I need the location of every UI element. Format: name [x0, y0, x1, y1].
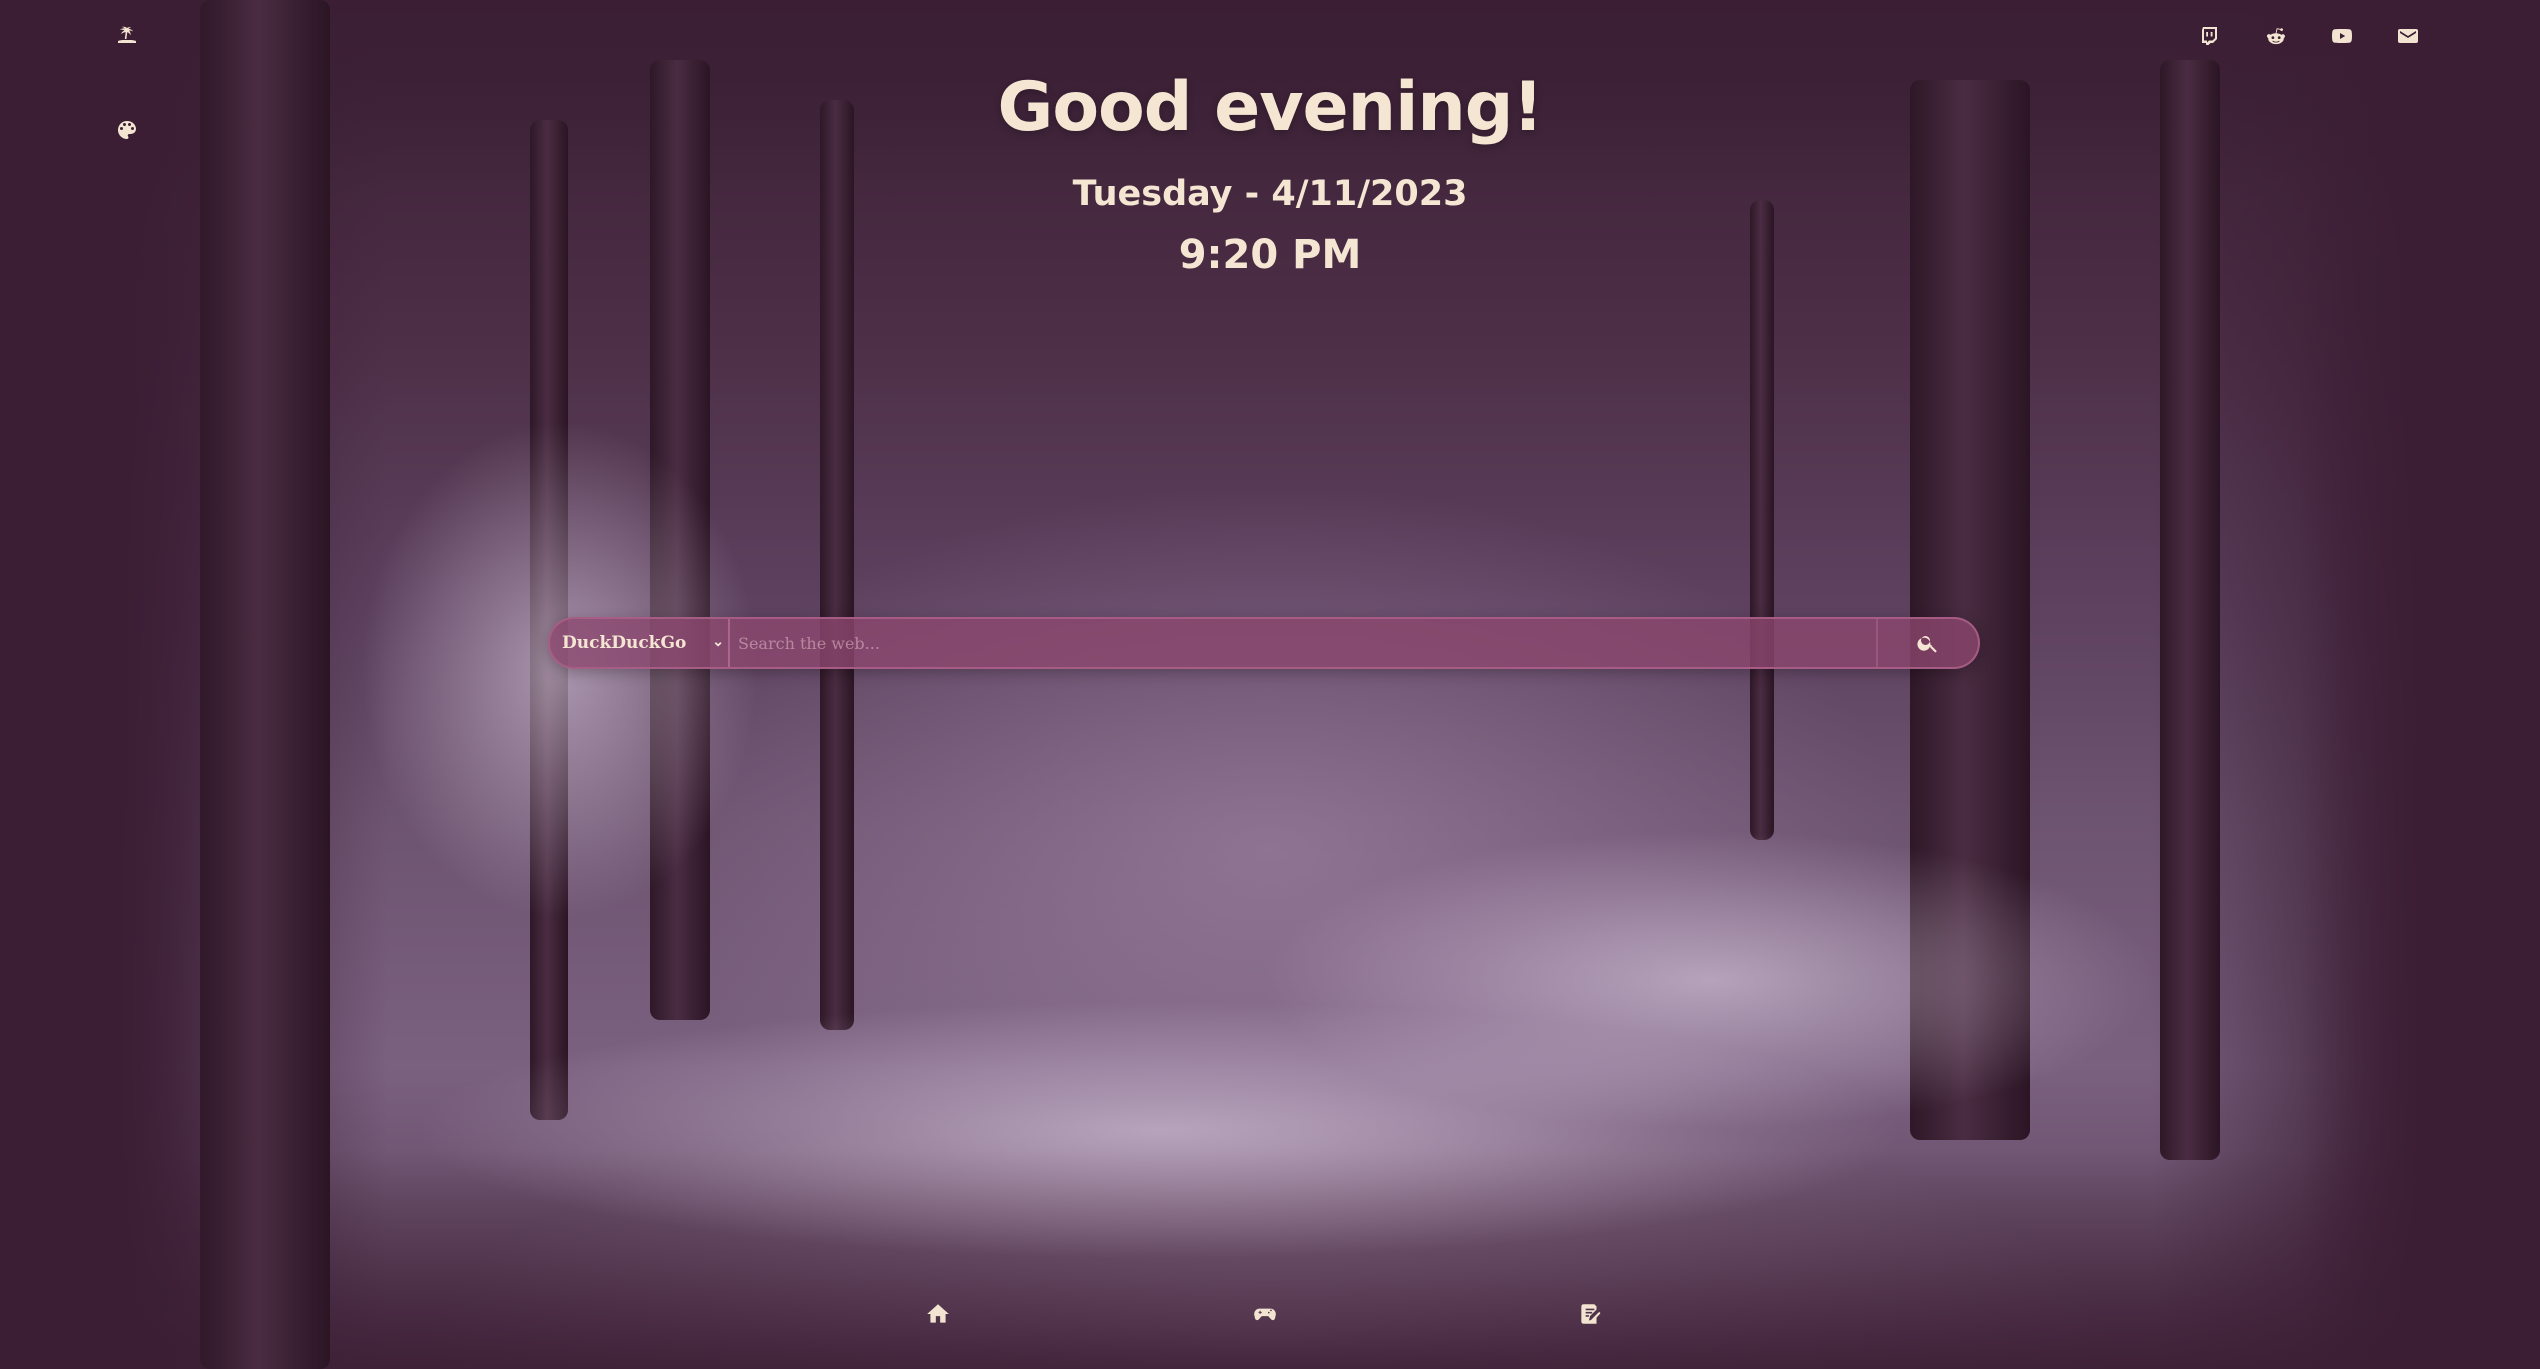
chevron-down-icon: ⌄ — [712, 634, 724, 650]
search-bar: DuckDuckGo ⌄ — [548, 617, 1980, 669]
reddit-icon[interactable] — [2256, 16, 2296, 56]
search-input[interactable] — [730, 618, 1876, 668]
island-icon[interactable] — [107, 16, 147, 56]
greeting-heading: Good evening! — [997, 68, 1544, 147]
date-text: Tuesday - 4/11/2023 — [1072, 174, 1468, 214]
search-icon — [1917, 636, 1937, 653]
startpage: Good evening! Tuesday - 4/11/2023 9:20 P… — [0, 0, 2540, 1369]
notes-icon[interactable] — [1570, 1294, 1610, 1334]
search-button[interactable] — [1876, 619, 1978, 667]
twitch-icon[interactable] — [2190, 16, 2230, 56]
search-engine-select[interactable]: DuckDuckGo ⌄ — [550, 619, 730, 667]
mail-icon[interactable] — [2388, 16, 2428, 56]
youtube-icon[interactable] — [2322, 16, 2362, 56]
gamepad-icon[interactable] — [1245, 1294, 1285, 1334]
clock-time: 9:20 PM — [1178, 232, 1362, 278]
home-icon[interactable] — [918, 1294, 958, 1334]
search-engine-label: DuckDuckGo — [562, 633, 687, 653]
